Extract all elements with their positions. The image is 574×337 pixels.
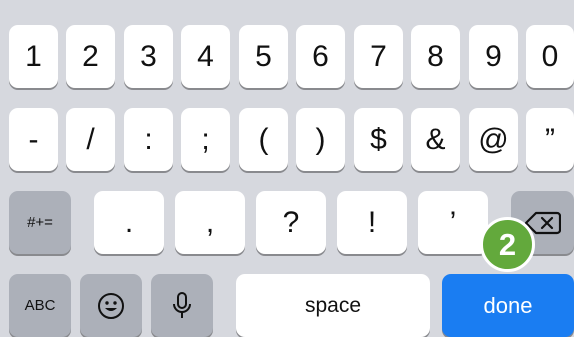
key-dollar[interactable]: $: [354, 108, 403, 171]
emoji-icon: [97, 292, 125, 320]
keyboard: 1 2 3 4 5 6 7 8 9 0 - / : ; ( ) $ & @ ” …: [0, 0, 574, 337]
dictation-key[interactable]: [151, 274, 213, 337]
key-semicolon[interactable]: ;: [181, 108, 230, 171]
key-8[interactable]: 8: [411, 25, 460, 88]
key-4[interactable]: 4: [181, 25, 230, 88]
key-comma[interactable]: ,: [175, 191, 245, 254]
key-open-paren[interactable]: (: [239, 108, 288, 171]
emoji-key[interactable]: [80, 274, 142, 337]
key-hyphen[interactable]: -: [9, 108, 58, 171]
key-period[interactable]: .: [94, 191, 164, 254]
key-0[interactable]: 0: [526, 25, 574, 88]
done-key[interactable]: done: [442, 274, 574, 337]
key-5[interactable]: 5: [239, 25, 288, 88]
key-at[interactable]: @: [469, 108, 518, 171]
key-3[interactable]: 3: [124, 25, 173, 88]
key-question[interactable]: ?: [256, 191, 326, 254]
key-slash[interactable]: /: [66, 108, 115, 171]
abc-key[interactable]: ABC: [9, 274, 71, 337]
key-colon[interactable]: :: [124, 108, 173, 171]
symbols-toggle-key[interactable]: #+=: [9, 191, 71, 254]
key-exclamation[interactable]: !: [337, 191, 407, 254]
space-key[interactable]: space: [236, 274, 430, 337]
key-2[interactable]: 2: [66, 25, 115, 88]
key-6[interactable]: 6: [296, 25, 345, 88]
key-ampersand[interactable]: &: [411, 108, 460, 171]
key-9[interactable]: 9: [469, 25, 518, 88]
key-7[interactable]: 7: [354, 25, 403, 88]
step-badge: 2: [480, 217, 535, 272]
key-1[interactable]: 1: [9, 25, 58, 88]
key-close-paren[interactable]: ): [296, 108, 345, 171]
key-quote[interactable]: ”: [526, 108, 574, 171]
microphone-icon: [171, 291, 193, 321]
key-apostrophe[interactable]: ’: [418, 191, 488, 254]
